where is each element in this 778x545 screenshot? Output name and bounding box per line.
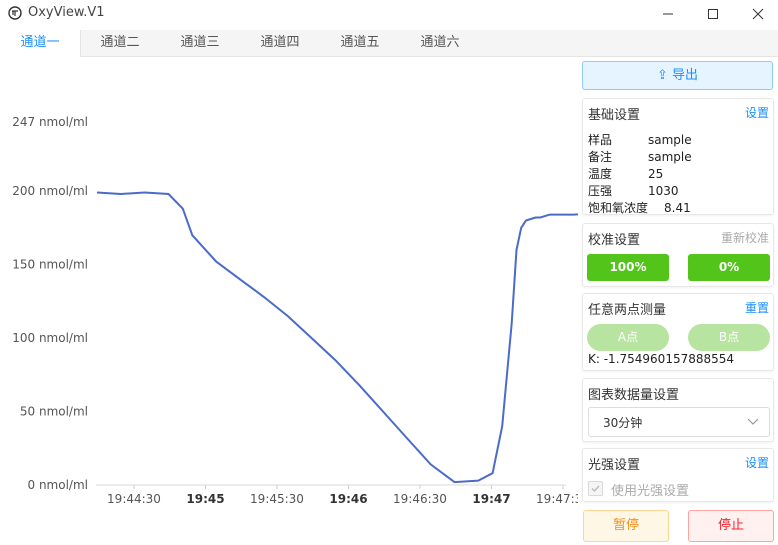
light-settings-link[interactable]: 设置 [745,454,769,471]
calibration-panel: 校准设置 重新校准 100% 0% [582,223,774,287]
tab-channel-6[interactable]: 通道六 [400,30,480,56]
maximize-icon [708,9,718,19]
export-button[interactable]: ⇪ 导出 [582,61,773,90]
field-note: 备注 sample [588,150,692,164]
tab-channel-2[interactable]: 通道二 [80,30,160,56]
pause-button[interactable]: 暂停 [583,510,669,542]
oxygen-chart: 0 nmol/ml 50 nmol/ml 100 nmol/ml 150 nmol/m… [12,115,578,506]
tab-channel-4[interactable]: 通道四 [240,30,320,56]
title-bar: OxyView.V1 [0,0,778,28]
stop-button[interactable]: 停止 [688,510,774,542]
close-button[interactable] [738,2,778,26]
x-tick-label: 19:47:30 [536,492,578,506]
recalibrate-link[interactable]: 重新校准 [721,229,769,246]
point-b-button[interactable]: B点 [688,324,770,351]
oxygen-series-line [96,191,578,484]
channel-tabs: 通道一 通道二 通道三 通道四 通道五 通道六 [0,30,778,57]
light-checkbox[interactable] [588,481,603,496]
close-icon [752,8,764,20]
chevron-down-icon [747,418,759,425]
x-axis: 19:44:30 19:45 19:45:30 19:46 19:46:30 19:47 1… [107,485,578,506]
light-settings-title: 光强设置 [588,458,641,473]
window-title: OxyView.V1 [28,5,105,20]
tab-channel-1[interactable]: 通道一 [0,30,81,57]
slope-readout: K: -1.754960157888554 [588,352,735,366]
basic-settings-panel: 基础设置 设置 样品 sample 备注 sample 温度 25 压强 1030 饱和… [582,98,774,215]
x-tick-label: 19:44:30 [107,492,161,506]
app-logo-icon [8,6,22,20]
calibration-title: 校准设置 [588,233,641,248]
calibrate-100-button[interactable]: 100% [587,254,669,281]
two-point-title: 任意两点测量 [588,303,667,318]
field-temperature: 温度 25 [588,167,664,181]
x-tick-label: 19:45:30 [250,492,304,506]
field-saturation: 饱和氧浓度 8.41 [588,201,691,215]
x-tick-label: 19:46 [329,492,367,506]
reset-link[interactable]: 重置 [745,299,769,316]
point-a-button[interactable]: A点 [587,324,669,351]
upload-icon: ⇪ [656,68,668,83]
y-tick-label: 150 nmol/ml [12,258,88,272]
maximize-button[interactable] [693,2,733,26]
field-sample: 样品 sample [588,133,692,147]
y-tick-label: 50 nmol/ml [20,405,88,419]
calibrate-0-button[interactable]: 0% [688,254,770,281]
tab-channel-5[interactable]: 通道五 [320,30,400,56]
x-tick-label: 19:46:30 [393,492,447,506]
y-axis: 0 nmol/ml 50 nmol/ml 100 nmol/ml 150 nmol/m… [12,115,88,492]
light-checkbox-label: 使用光强设置 [611,484,690,499]
basic-settings-title: 基础设置 [588,108,641,123]
x-tick-label: 19:45 [186,492,224,506]
two-point-panel: 任意两点测量 重置 A点 B点 K: -1.754960157888554 [582,293,774,371]
light-settings-panel: 光强设置 设置 使用光强设置 [582,448,774,502]
chart-settings-panel: 图表数据量设置 30分钟 [582,378,774,442]
minimize-icon [663,13,673,15]
y-tick-label: 200 nmol/ml [12,184,88,198]
duration-value: 30分钟 [603,416,643,430]
chart-settings-title: 图表数据量设置 [588,388,680,403]
duration-select[interactable]: 30分钟 [588,407,770,437]
x-tick-label: 19:47 [472,492,510,506]
tab-channel-3[interactable]: 通道三 [160,30,240,56]
y-tick-label: 100 nmol/ml [12,331,88,345]
check-icon [591,485,600,493]
y-tick-label: 0 nmol/ml [28,478,89,492]
basic-settings-link[interactable]: 设置 [745,104,769,121]
y-tick-label: 247 nmol/ml [12,115,88,129]
minimize-button[interactable] [648,2,688,26]
field-pressure: 压强 1030 [588,184,679,198]
